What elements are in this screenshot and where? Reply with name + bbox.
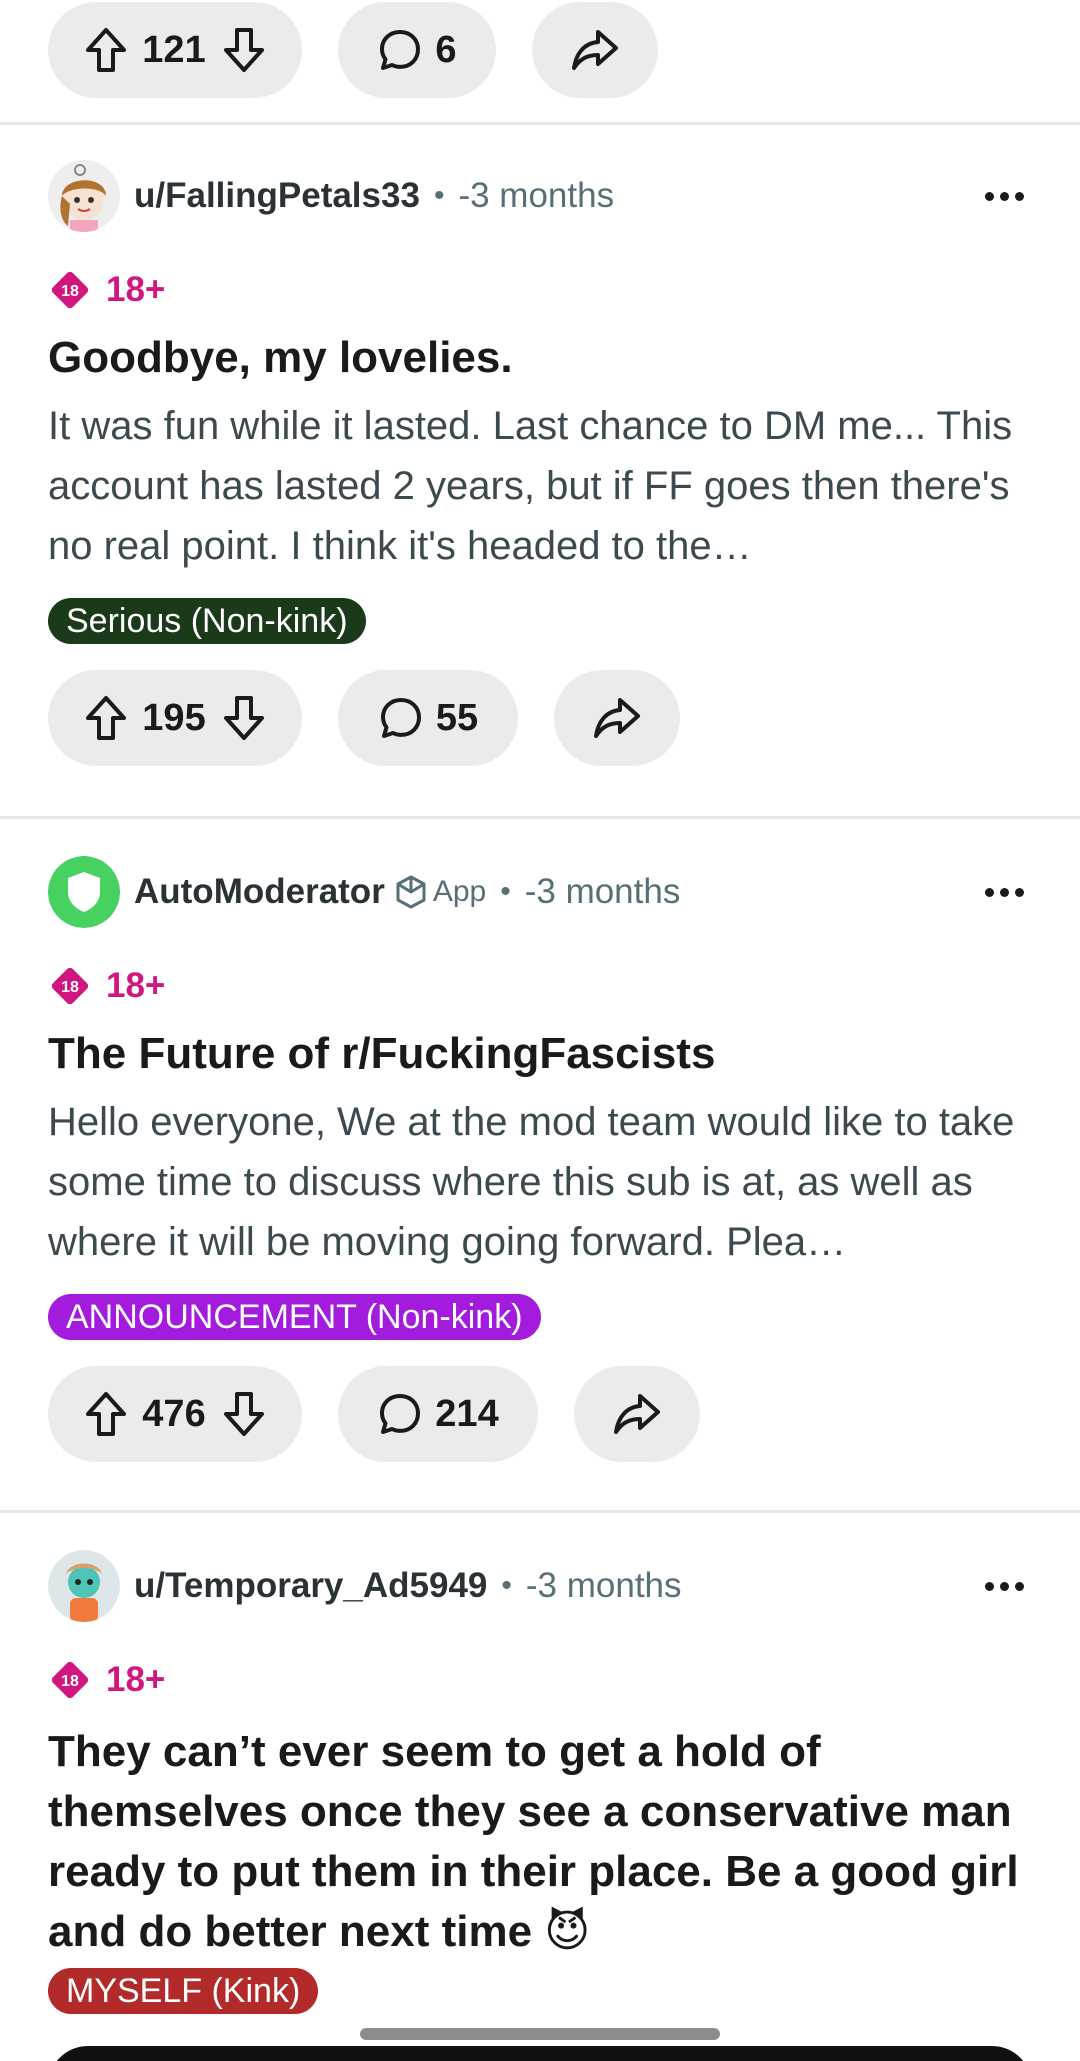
post-meta: u/Temporary_Ad5949 • -3 months xyxy=(0,1550,1080,1622)
separator-dot: • xyxy=(501,1569,512,1602)
post-card[interactable]: AutoModerator App • -3 months 18 18+ The… xyxy=(0,856,1080,1462)
share-button[interactable] xyxy=(532,2,658,98)
upvote-count: 476 xyxy=(142,1392,206,1435)
post-time: -3 months xyxy=(524,872,681,911)
vote-control: 195 xyxy=(48,670,302,766)
vote-control: 121 xyxy=(48,2,302,98)
share-icon xyxy=(572,30,618,70)
more-options-icon[interactable] xyxy=(985,1581,1024,1591)
post-author[interactable]: AutoModerator xyxy=(134,872,385,912)
avatar[interactable] xyxy=(48,1550,120,1622)
comment-count: 55 xyxy=(435,696,479,739)
post-card[interactable]: u/Temporary_Ad5949 • -3 months 18 18+ Th… xyxy=(0,1550,1080,2014)
post-body[interactable]: Hello everyone, We at the mod team would… xyxy=(0,1092,1080,1272)
post-meta: AutoModerator App • -3 months xyxy=(0,856,1080,928)
share-button[interactable] xyxy=(554,670,680,766)
nsfw-tag: 18 18+ xyxy=(0,962,1080,1010)
upvote-icon[interactable] xyxy=(84,26,128,74)
nsfw-tag: 18 18+ xyxy=(0,1656,1080,1704)
separator-dot: • xyxy=(500,875,511,908)
comment-icon xyxy=(380,30,421,70)
avatar[interactable] xyxy=(48,160,120,232)
more-options-icon[interactable] xyxy=(985,887,1024,897)
downvote-icon[interactable] xyxy=(222,26,266,74)
nsfw-18-icon: 18 xyxy=(51,967,89,1005)
post-feed: 121 6 u/FallingPetals33 • -3 months 18 1… xyxy=(0,0,1080,2061)
home-indicator[interactable] xyxy=(360,2028,720,2040)
nsfw-label: 18+ xyxy=(106,270,166,309)
svg-text:18: 18 xyxy=(61,979,79,996)
post-card[interactable]: u/FallingPetals33 • -3 months 18 18+ Goo… xyxy=(0,160,1080,766)
post-meta: u/FallingPetals33 • -3 months xyxy=(0,160,1080,232)
comments-button[interactable]: 55 xyxy=(338,670,518,766)
comment-icon xyxy=(380,698,421,738)
comment-count: 6 xyxy=(435,28,457,71)
post-divider xyxy=(0,816,1080,819)
nsfw-18-icon: 18 xyxy=(51,271,89,309)
media-preview[interactable] xyxy=(48,2046,1032,2061)
post-flair[interactable]: ANNOUNCEMENT (Non-kink) xyxy=(48,1294,541,1340)
share-button[interactable] xyxy=(574,1366,700,1462)
avatar[interactable] xyxy=(48,856,120,928)
upvote-count: 195 xyxy=(142,696,206,739)
post-divider xyxy=(0,1510,1080,1513)
nsfw-label: 18+ xyxy=(106,1660,166,1699)
comment-icon xyxy=(380,1394,421,1434)
upvote-icon[interactable] xyxy=(84,1390,128,1438)
nsfw-label: 18+ xyxy=(106,966,166,1005)
app-label: App xyxy=(432,875,487,908)
comments-button[interactable]: 6 xyxy=(338,2,496,98)
downvote-icon[interactable] xyxy=(222,694,266,742)
comment-count: 214 xyxy=(435,1392,499,1435)
share-icon xyxy=(614,1394,660,1434)
post-actions: 476 214 xyxy=(0,1366,1080,1462)
post-title[interactable]: The Future of r/FuckingFascists xyxy=(0,1024,1080,1084)
upvote-count: 121 xyxy=(142,28,206,71)
svg-text:18: 18 xyxy=(61,1673,79,1690)
comments-button[interactable]: 214 xyxy=(338,1366,538,1462)
post-flair[interactable]: Serious (Non-kink) xyxy=(48,598,366,644)
app-badge: App xyxy=(395,875,486,909)
post-actions: 195 55 xyxy=(0,670,1080,766)
post-author[interactable]: u/FallingPetals33 xyxy=(134,176,420,216)
vote-control: 476 xyxy=(48,1366,302,1462)
svg-text:18: 18 xyxy=(61,283,79,300)
post-body[interactable]: It was fun while it lasted. Last chance … xyxy=(0,396,1080,576)
post-title[interactable]: They can’t ever seem to get a hold of th… xyxy=(0,1722,1080,1962)
post-title[interactable]: Goodbye, my lovelies. xyxy=(0,328,1080,388)
nsfw-tag: 18 18+ xyxy=(0,266,1080,314)
post-divider xyxy=(0,122,1080,125)
post-time: -3 months xyxy=(525,1566,682,1605)
post-time: -3 months xyxy=(458,176,615,215)
share-icon xyxy=(594,698,640,738)
post-actions: 121 6 xyxy=(0,2,694,98)
upvote-icon[interactable] xyxy=(84,694,128,742)
post-author[interactable]: u/Temporary_Ad5949 xyxy=(134,1566,487,1606)
more-options-icon[interactable] xyxy=(985,191,1024,201)
downvote-icon[interactable] xyxy=(222,1390,266,1438)
post-flair[interactable]: MYSELF (Kink) xyxy=(48,1968,319,2014)
app-cube-icon xyxy=(396,875,426,909)
separator-dot: • xyxy=(433,179,445,212)
nsfw-18-icon: 18 xyxy=(51,1661,89,1699)
